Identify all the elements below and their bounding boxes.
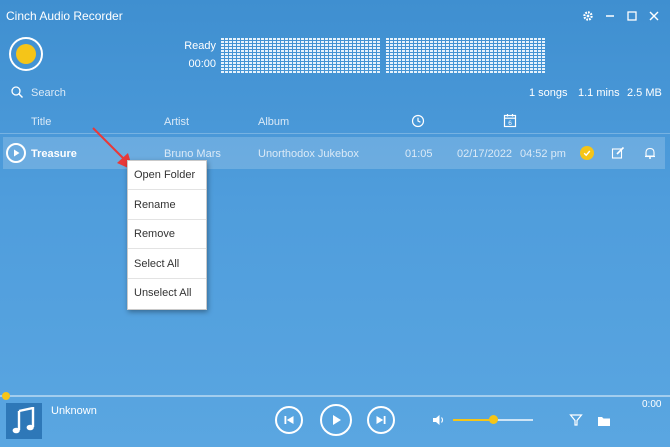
record-button[interactable] xyxy=(9,37,43,71)
column-artist[interactable]: Artist xyxy=(164,116,189,128)
track-duration: 01:05 xyxy=(405,148,433,160)
menu-item-select-all[interactable]: Select All xyxy=(128,250,206,279)
song-count: 1 songs xyxy=(529,87,568,99)
volume-icon[interactable] xyxy=(432,413,446,432)
edit-icon[interactable] xyxy=(611,146,625,165)
app-title: Cinch Audio Recorder xyxy=(6,9,123,23)
play-button[interactable] xyxy=(320,404,352,436)
track-title: Treasure xyxy=(31,148,77,160)
skip-back-icon xyxy=(284,416,294,424)
folder-icon[interactable] xyxy=(597,414,611,432)
track-time: 04:52 pm xyxy=(520,148,566,160)
calendar-icon[interactable]: 6 xyxy=(503,113,517,133)
column-album[interactable]: Album xyxy=(258,116,289,128)
level-meter-right xyxy=(386,38,546,74)
total-duration: 1.1 mins xyxy=(578,87,620,99)
filter-icon[interactable] xyxy=(569,413,583,432)
playback-progress-bar[interactable] xyxy=(0,395,670,397)
close-icon[interactable] xyxy=(645,7,663,25)
menu-item-unselect-all[interactable]: Unselect All xyxy=(128,279,206,308)
track-date: 02/17/2022 xyxy=(457,148,513,160)
skip-forward-icon xyxy=(376,416,386,424)
level-meter-left xyxy=(221,38,381,74)
calendar-day: 6 xyxy=(508,120,512,127)
playback-progress-handle[interactable] xyxy=(2,392,10,400)
record-dot-icon xyxy=(16,44,36,64)
previous-button[interactable] xyxy=(275,406,303,434)
track-album: Unorthodox Jukebox xyxy=(258,148,359,160)
menu-item-rename[interactable]: Rename xyxy=(128,191,206,220)
total-size: 2.5 MB xyxy=(627,87,662,99)
context-menu: Open Folder Rename Remove Select All Uns… xyxy=(127,160,207,310)
settings-gear-icon[interactable] xyxy=(579,7,597,25)
clock-icon[interactable] xyxy=(411,114,425,133)
ringtone-bell-icon[interactable] xyxy=(643,146,657,165)
volume-handle[interactable] xyxy=(489,415,498,424)
row-play-button[interactable] xyxy=(6,143,26,163)
minimize-icon[interactable] xyxy=(601,7,619,25)
completed-check-icon xyxy=(580,146,594,160)
recorder-status: Ready xyxy=(184,40,216,52)
search-input[interactable]: Search xyxy=(31,87,66,99)
maximize-icon[interactable] xyxy=(623,7,641,25)
menu-item-open-folder[interactable]: Open Folder xyxy=(128,161,206,190)
album-art xyxy=(6,403,42,439)
track-artist: Bruno Mars xyxy=(164,148,221,160)
elapsed-time: 0:00 xyxy=(642,399,662,410)
now-playing-title: Unknown xyxy=(51,405,97,417)
search-icon[interactable] xyxy=(10,85,24,99)
recorder-time: 00:00 xyxy=(188,58,216,70)
volume-level xyxy=(453,419,493,421)
play-icon xyxy=(333,415,341,425)
next-button[interactable] xyxy=(367,406,395,434)
music-note-icon xyxy=(12,407,35,434)
menu-item-remove[interactable]: Remove xyxy=(128,220,206,249)
column-title[interactable]: Title xyxy=(31,116,51,128)
